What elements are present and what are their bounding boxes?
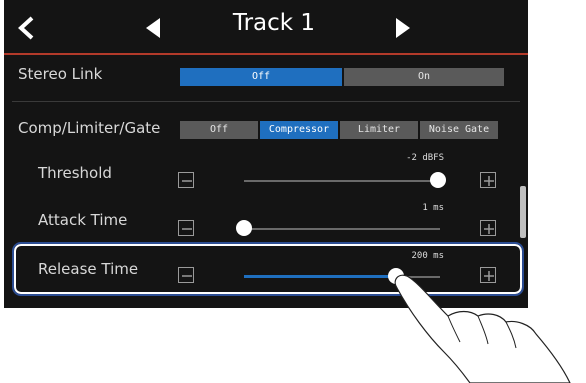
tapping-hand-icon bbox=[394, 274, 571, 383]
